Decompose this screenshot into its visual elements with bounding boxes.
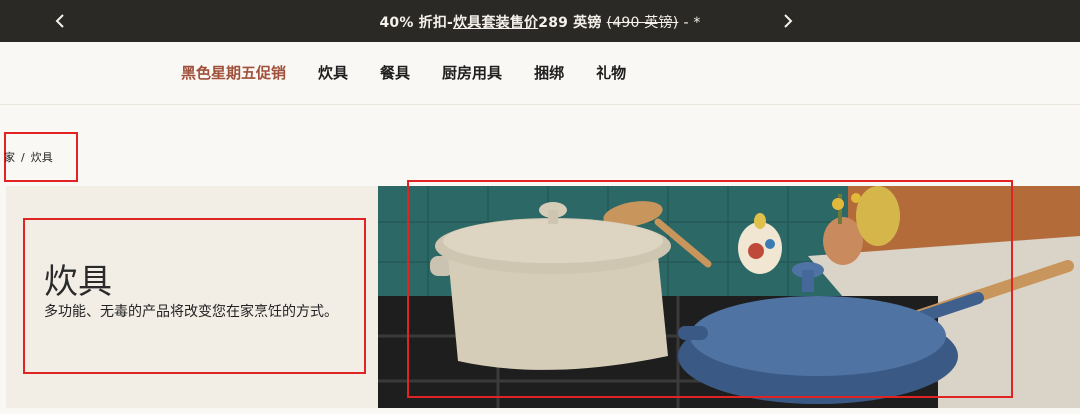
page-title: 炊具 [44, 262, 112, 302]
nav-item-tableware[interactable]: 餐具 [380, 62, 410, 83]
chevron-right-icon [784, 14, 793, 28]
nav-item-bundles[interactable]: 捆绑 [534, 62, 564, 83]
breadcrumb: 家 / 炊具 [4, 132, 78, 182]
nav-item-black-friday[interactable]: 黑色星期五促销 [181, 62, 286, 83]
announcement-link[interactable]: 炊具套装售价 [453, 15, 538, 31]
nav-item-gifts[interactable]: 礼物 [596, 62, 626, 83]
breadcrumb-home-link[interactable]: 家 [4, 149, 15, 165]
announcement-message[interactable]: 40% 折扣-炊具套装售价289 英镑 (490 英镑) - * [0, 12, 1080, 32]
announcement-discount: 40% 折扣 [379, 15, 448, 31]
hero-description: 多功能、无毒的产品将改变您在家烹饪的方式。 [44, 304, 338, 320]
announcement-suffix: - * [683, 15, 701, 31]
hero-image [378, 186, 1080, 408]
announcement-price: 289 英镑 [538, 15, 602, 31]
breadcrumb-separator: / [21, 150, 25, 164]
nav-item-cookware[interactable]: 炊具 [318, 62, 348, 83]
main-nav: 黑色星期五促销 炊具 餐具 厨房用具 捆绑 礼物 [0, 42, 1080, 105]
announcement-bar: 40% 折扣-炊具套装售价289 英镑 (490 英镑) - * [0, 0, 1080, 42]
announcement-next-button[interactable] [778, 11, 798, 31]
announcement-original-price: (490 英镑) [606, 15, 679, 31]
nav-item-kitchen-tools[interactable]: 厨房用具 [442, 62, 502, 83]
breadcrumb-current: 炊具 [30, 151, 53, 164]
